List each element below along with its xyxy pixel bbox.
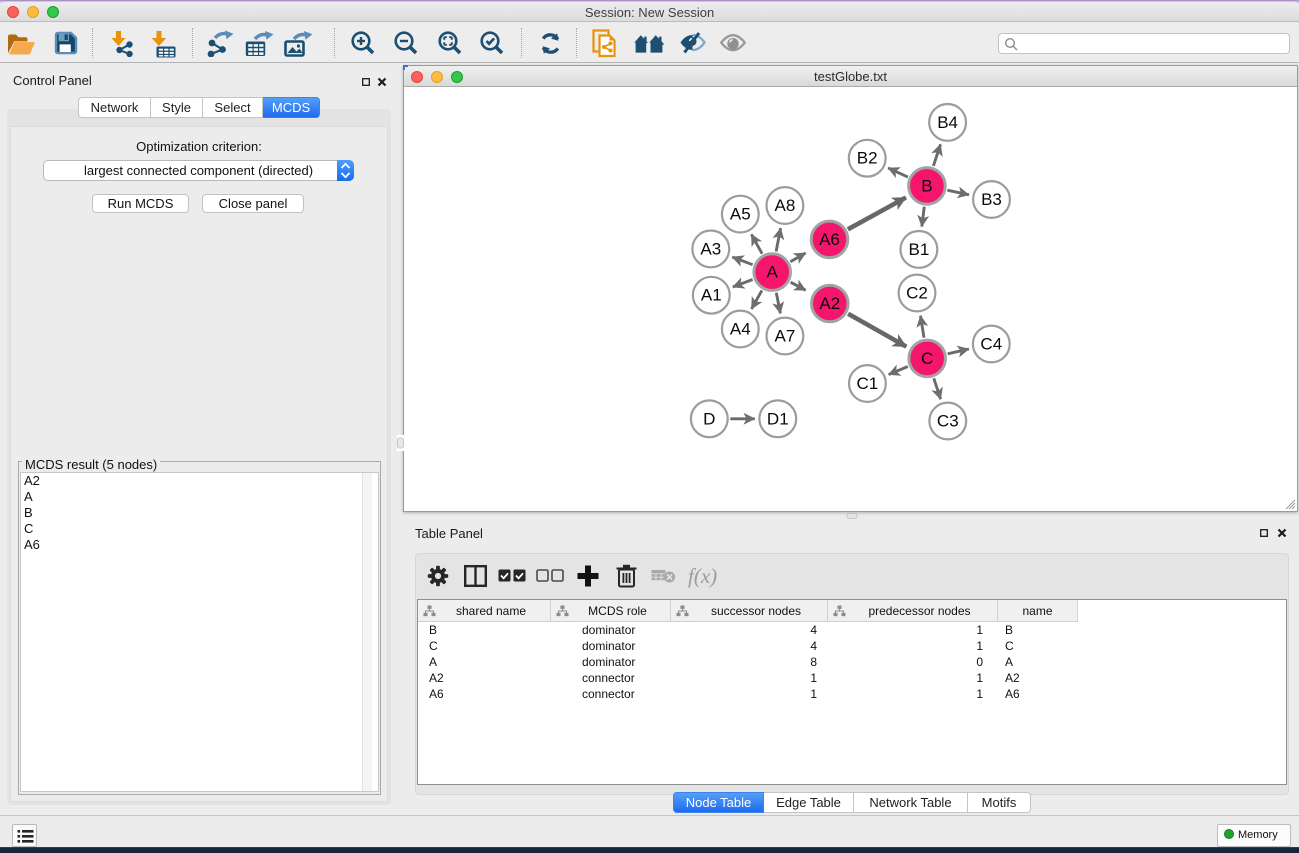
svg-text:B: B (921, 176, 932, 195)
svg-text:A: A (767, 263, 779, 282)
svg-text:D: D (703, 409, 715, 428)
svg-text:B2: B2 (857, 149, 878, 168)
svg-text:A6: A6 (819, 230, 840, 249)
svg-text:A7: A7 (775, 327, 796, 346)
svg-text:A5: A5 (730, 205, 751, 224)
svg-text:B4: B4 (937, 113, 958, 132)
svg-text:D1: D1 (767, 409, 789, 428)
svg-text:A1: A1 (701, 286, 722, 305)
svg-text:B1: B1 (909, 240, 930, 259)
svg-text:A2: A2 (819, 294, 840, 313)
svg-text:C: C (921, 349, 933, 368)
svg-text:B3: B3 (981, 190, 1002, 209)
svg-text:C1: C1 (857, 374, 879, 393)
svg-text:C2: C2 (906, 284, 928, 303)
svg-text:A8: A8 (775, 196, 796, 215)
svg-text:C3: C3 (937, 412, 959, 431)
svg-text:A3: A3 (700, 239, 721, 258)
svg-text:C4: C4 (980, 335, 1002, 354)
svg-text:A4: A4 (730, 320, 751, 339)
